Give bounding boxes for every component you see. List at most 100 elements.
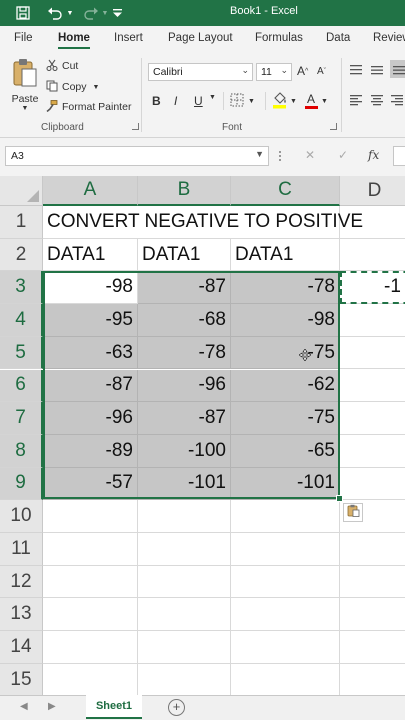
increase-font-size-button[interactable]: A ^ (297, 62, 308, 80)
undo-dropdown-icon[interactable]: ▼ (66, 4, 74, 22)
align-right-icon[interactable] (390, 94, 404, 106)
font-size-select[interactable]: 11 ⌄ (256, 63, 292, 81)
copy-button[interactable]: Copy ▼ (46, 79, 99, 95)
align-top-icon[interactable] (349, 64, 363, 76)
cell-a6[interactable]: -87 (43, 369, 138, 403)
cell-a13[interactable] (43, 598, 138, 632)
cell-a8[interactable]: -89 (43, 434, 138, 468)
cell-b14[interactable] (138, 631, 231, 664)
insert-function-button[interactable]: fx (368, 148, 379, 162)
cell-a2[interactable]: DATA1 (43, 238, 138, 272)
underline-dropdown-icon[interactable]: ▼ (209, 94, 216, 101)
cell-c9[interactable]: -101 (231, 467, 340, 501)
cell-d13[interactable] (340, 598, 405, 632)
row-header-5[interactable]: 5 (0, 336, 43, 370)
fill-color-button[interactable]: ▼ (272, 91, 297, 111)
align-center-icon[interactable] (370, 94, 384, 106)
cell-d2[interactable] (340, 239, 405, 272)
italic-button[interactable]: I (174, 92, 177, 110)
cell-c8[interactable]: -65 (231, 434, 340, 468)
cell-d7[interactable] (340, 402, 405, 435)
formula-bar-grip-icon[interactable] (279, 151, 281, 161)
undo-icon[interactable] (44, 4, 66, 22)
cell-b10[interactable] (138, 500, 231, 533)
tab-insert[interactable]: Insert (114, 32, 143, 44)
cell-c5[interactable]: -75 (231, 336, 340, 370)
tab-page-layout[interactable]: Page Layout (168, 32, 233, 44)
align-left-icon[interactable] (349, 94, 363, 106)
cell-b13[interactable] (138, 598, 231, 632)
cell-c10[interactable] (231, 500, 340, 533)
row-header-9[interactable]: 9 (0, 467, 43, 501)
cell-a11[interactable] (43, 533, 138, 566)
column-header-c[interactable]: C (231, 176, 340, 206)
paste-options-button[interactable] (343, 503, 363, 522)
redo-icon[interactable] (80, 4, 102, 22)
cell-d3[interactable]: -1 (340, 271, 405, 305)
cell-d5[interactable] (340, 337, 405, 370)
cell-d11[interactable] (340, 533, 405, 566)
cell-a15[interactable] (43, 663, 138, 695)
row-header-13[interactable]: 13 (0, 598, 43, 632)
cell-c12[interactable] (231, 565, 340, 599)
align-middle-icon[interactable] (370, 64, 384, 76)
row-header-14[interactable]: 14 (0, 631, 43, 664)
row-header-4[interactable]: 4 (0, 304, 43, 337)
tab-formulas[interactable]: Formulas (255, 32, 303, 44)
row-header-1[interactable]: 1 (0, 206, 43, 239)
format-painter-button[interactable]: Format Painter (46, 99, 131, 115)
row-header-3[interactable]: 3 (0, 271, 43, 305)
cell-b3[interactable]: -87 (138, 271, 231, 305)
cell-b4[interactable]: -68 (138, 304, 231, 337)
cell-a1[interactable]: CONVERT NEGATIVE TO POSITIVE (43, 206, 363, 239)
cell-b6[interactable]: -96 (138, 369, 231, 403)
column-header-a[interactable]: A (43, 176, 138, 206)
formula-input[interactable] (393, 146, 405, 166)
sheet-tab-sheet1[interactable]: Sheet1 (86, 695, 142, 719)
row-header-7[interactable]: 7 (0, 402, 43, 435)
cell-c2[interactable]: DATA1 (231, 238, 340, 272)
cell-b7[interactable]: -87 (138, 402, 231, 435)
row-header-12[interactable]: 12 (0, 565, 43, 599)
enter-entry-button[interactable]: ✓ (338, 148, 348, 162)
cell-a10[interactable] (43, 500, 138, 533)
cell-b5[interactable]: -78 (138, 336, 231, 370)
bold-button[interactable]: B (152, 92, 161, 110)
row-header-10[interactable]: 10 (0, 500, 43, 533)
cell-c7[interactable]: -75 (231, 402, 340, 435)
cell-c11[interactable] (231, 533, 340, 566)
cell-a9[interactable]: -57 (43, 467, 138, 501)
cell-d12[interactable] (340, 566, 405, 599)
worksheet-grid[interactable]: A B C D 1 2 3 4 5 6 7 8 9 10 11 12 13 14 15 CONVERT NE… (0, 176, 405, 695)
cell-b8[interactable]: -100 (138, 434, 231, 468)
name-box[interactable]: A3 ▼ (5, 146, 269, 166)
add-sheet-button[interactable]: + (168, 699, 185, 716)
cut-button[interactable]: Cut (46, 58, 78, 74)
clipboard-launcher-icon[interactable] (132, 123, 139, 130)
cell-a12[interactable] (43, 565, 138, 599)
cell-a4[interactable]: -95 (43, 304, 138, 337)
cell-a5[interactable]: -63 (43, 336, 138, 370)
row-header-2[interactable]: 2 (0, 238, 43, 272)
cell-d9[interactable] (340, 468, 405, 501)
paste-button[interactable]: Paste ▼ (8, 58, 42, 114)
cell-b15[interactable] (138, 663, 231, 695)
cell-d6[interactable] (340, 370, 405, 403)
cell-d4[interactable] (340, 304, 405, 337)
cell-b2[interactable]: DATA1 (138, 238, 231, 272)
redo-dropdown-icon[interactable]: ▼ (101, 4, 109, 22)
tab-review[interactable]: Review (373, 32, 405, 44)
cell-c15[interactable] (231, 663, 340, 695)
cell-b11[interactable] (138, 533, 231, 566)
select-all-button[interactable] (0, 176, 43, 206)
cell-b9[interactable]: -101 (138, 467, 231, 501)
cell-a3[interactable]: -98 (43, 271, 138, 305)
borders-button[interactable]: ▼ (230, 93, 255, 109)
cell-c14[interactable] (231, 631, 340, 664)
decrease-font-size-button[interactable]: Aˇ (317, 62, 326, 80)
column-header-d[interactable]: D (340, 176, 405, 206)
customize-icon[interactable] (111, 4, 123, 22)
tab-data[interactable]: Data (326, 32, 350, 44)
cell-c6[interactable]: -62 (231, 369, 340, 403)
cell-c4[interactable]: -98 (231, 304, 340, 337)
